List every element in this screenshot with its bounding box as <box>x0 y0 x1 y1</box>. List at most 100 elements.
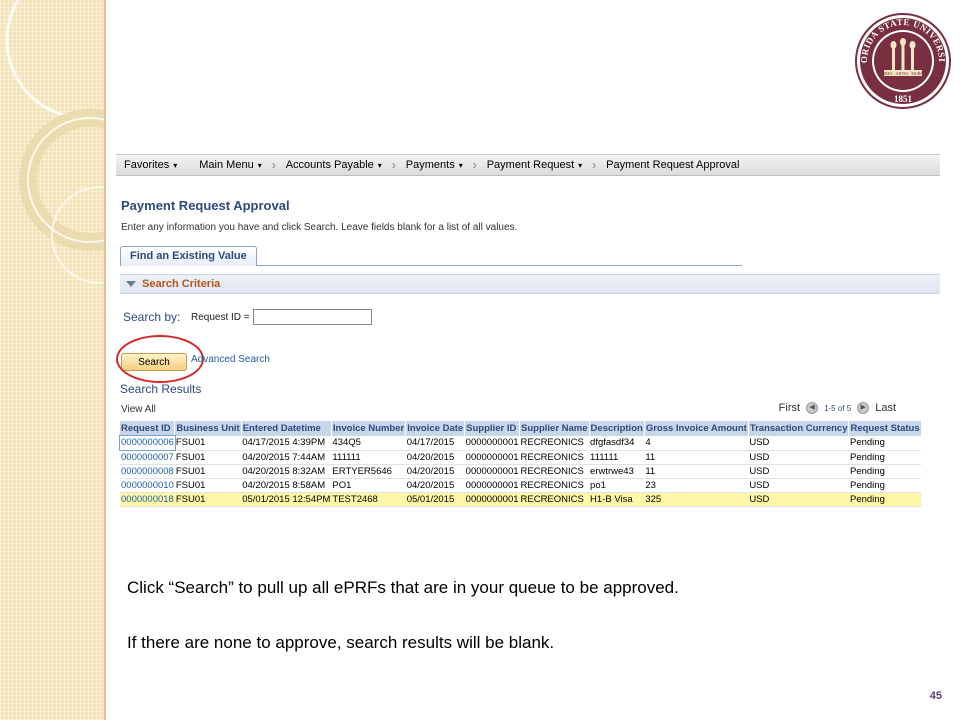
table-cell: 0000000001 <box>464 478 520 493</box>
column-header[interactable]: Request Status <box>848 421 922 436</box>
search-results-table: Request ID Business Unit Entered Datetime I… <box>119 421 922 507</box>
dropdown-caret-icon: ▾ <box>578 160 583 170</box>
nav-item-payment-request-approval[interactable]: Payment Request Approval <box>598 159 747 171</box>
column-header[interactable]: Entered Datetime <box>241 421 332 436</box>
request-id-label: Request ID = <box>191 312 250 323</box>
tab-find-existing-value[interactable]: Find an Existing Value <box>120 246 257 266</box>
column-header[interactable]: Supplier Name <box>519 421 590 436</box>
table-cell: FSU01 <box>174 436 242 451</box>
search-criteria-header[interactable]: Search Criteria <box>120 274 940 294</box>
nav-item-payment-request[interactable]: Payment Request ▾ <box>479 159 590 171</box>
table-cell: 11 <box>644 464 749 479</box>
table-cell: 23 <box>644 478 749 493</box>
table-cell: RECREONICS <box>519 492 590 507</box>
nav-item-label: Accounts Payable <box>285 159 374 171</box>
next-page-icon[interactable]: ▶ <box>857 402 870 414</box>
table-cell: 4 <box>644 436 749 451</box>
nav-item-label: Payment Request <box>486 159 575 171</box>
nav-item-label: Favorites <box>124 159 170 171</box>
breadcrumb-separator-icon: › <box>472 158 477 172</box>
column-header[interactable]: Request ID <box>120 421 176 436</box>
column-header[interactable]: Supplier ID <box>464 421 521 436</box>
table-cell: ERTYER5646 <box>331 464 406 479</box>
page-title: Payment Request Approval <box>121 198 290 213</box>
table-cell: 0000000001 <box>464 492 520 507</box>
dropdown-caret-icon: ▾ <box>257 160 262 170</box>
dropdown-caret-icon: ▾ <box>458 160 463 170</box>
table-cell: H1-B Visa <box>589 492 645 507</box>
request-id-link[interactable]: 0000000006 <box>119 435 176 451</box>
results-toolbar: View All First ◀ 1-5 of 5 ▶ Last <box>120 402 896 420</box>
advanced-search-link[interactable]: Advanced Search <box>191 354 270 365</box>
table-cell: USD <box>748 478 849 493</box>
table-row[interactable]: 0000000008 FSU01 04/20/2015 8:32AM ERTYER56… <box>120 464 922 479</box>
column-header[interactable]: Invoice Number <box>331 421 407 436</box>
table-cell: RECREONICS <box>519 450 590 465</box>
search-criteria-label: Search Criteria <box>142 278 221 290</box>
table-cell: FSU01 <box>174 450 242 465</box>
table-cell: RECREONICS <box>519 478 590 493</box>
table-cell: 111111 <box>589 450 645 465</box>
table-cell: 04/20/2015 7:44AM <box>241 450 332 465</box>
table-cell: 11 <box>644 450 749 465</box>
column-header[interactable]: Business Unit <box>174 421 242 436</box>
university-seal-logo: FLORIDA STATE UNIVERSITY 1851 VIRES · AR… <box>851 4 952 110</box>
table-header-row: Request ID Business Unit Entered Datetime I… <box>120 421 922 436</box>
nav-item-main-menu[interactable]: Main Menu ▾ <box>191 159 269 171</box>
table-row[interactable]: 0000000018 FSU01 05/01/2015 12:54PM TEST246… <box>120 492 922 507</box>
table-cell: USD <box>748 436 849 451</box>
request-id-link[interactable]: 0000000010 <box>120 478 175 493</box>
column-header[interactable]: Transaction Currency <box>748 421 850 436</box>
nav-item-accounts-payable[interactable]: Accounts Payable ▾ <box>278 159 390 171</box>
request-id-input[interactable] <box>253 309 372 325</box>
table-cell: 0000000001 <box>464 450 520 465</box>
request-id-link[interactable]: 0000000018 <box>120 492 175 507</box>
table-cell: 434Q5 <box>331 436 406 451</box>
table-cell: RECREONICS <box>519 464 590 479</box>
table-cell: Pending <box>848 478 922 493</box>
dropdown-caret-icon: ▾ <box>377 160 382 170</box>
svg-text:VIRES · ARTES · MORES: VIRES · ARTES · MORES <box>881 71 925 76</box>
table-cell: PO1 <box>331 478 406 493</box>
search-by-label: Search by: <box>123 310 181 324</box>
instructions-text: Enter any information you have and click… <box>121 222 518 233</box>
column-header[interactable]: Gross Invoice Amount <box>644 421 749 436</box>
table-cell: Pending <box>848 464 922 479</box>
svg-text:1851: 1851 <box>894 94 913 104</box>
table-cell: 04/20/2015 8:58AM <box>241 478 332 493</box>
table-cell: po1 <box>589 478 645 493</box>
table-cell: FSU01 <box>174 492 242 507</box>
first-link[interactable]: First <box>779 402 800 414</box>
nav-item-favorites[interactable]: Favorites ▾ <box>116 159 185 171</box>
nav-item-payments[interactable]: Payments ▾ <box>398 159 471 171</box>
table-cell: 05/01/2015 <box>405 492 465 507</box>
previous-page-icon[interactable]: ◀ <box>806 402 819 414</box>
request-id-link[interactable]: 0000000007 <box>120 450 175 465</box>
table-cell: 05/01/2015 12:54PM <box>241 492 332 507</box>
column-header[interactable]: Description <box>589 421 645 436</box>
table-cell: RECREONICS <box>519 436 590 451</box>
breadcrumb-nav: Favorites ▾ Main Menu ▾ › Accounts Payable ▾ › P… <box>116 154 940 176</box>
table-cell: Pending <box>848 450 922 465</box>
collapse-triangle-icon[interactable] <box>126 281 136 287</box>
column-header[interactable]: Invoice Date <box>405 421 466 436</box>
table-row[interactable]: 0000000010 FSU01 04/20/2015 8:58AM PO1 04/20… <box>120 478 922 493</box>
table-cell: USD <box>748 464 849 479</box>
view-all-link[interactable]: View All <box>121 404 156 415</box>
table-cell: USD <box>748 492 849 507</box>
table-cell: 04/20/2015 <box>405 478 465 493</box>
pager: First ◀ 1-5 of 5 ▶ Last <box>779 402 896 414</box>
nav-item-label: Payments <box>405 159 455 171</box>
table-cell: Pending <box>848 492 922 507</box>
table-cell: 0000000001 <box>464 464 520 479</box>
table-cell: erwtrwe43 <box>589 464 645 479</box>
last-link[interactable]: Last <box>875 402 896 414</box>
table-cell: 325 <box>644 492 749 507</box>
request-id-link[interactable]: 0000000008 <box>120 464 175 479</box>
table-row[interactable]: 0000000006 FSU01 04/17/2015 4:39PM 434Q5 04/… <box>119 435 922 451</box>
table-cell: FSU01 <box>174 464 242 479</box>
table-cell: USD <box>748 450 849 465</box>
table-cell: 0000000001 <box>464 436 520 451</box>
table-row[interactable]: 0000000007 FSU01 04/20/2015 7:44AM 111111 04… <box>120 450 922 465</box>
table-cell: Pending <box>848 436 922 451</box>
